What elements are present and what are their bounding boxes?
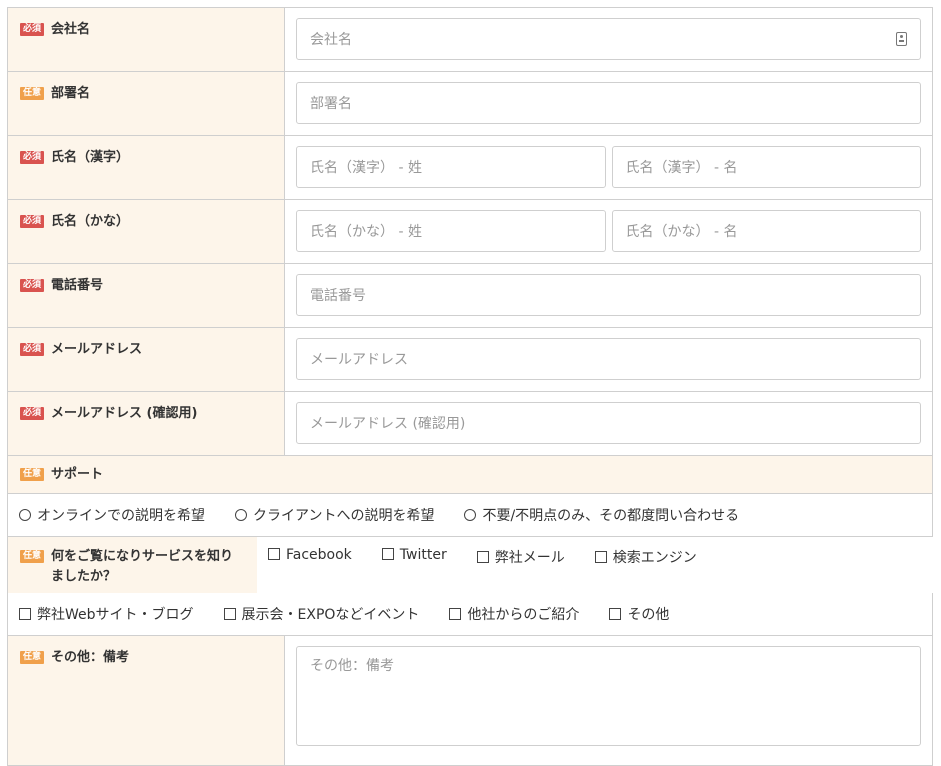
row-name-kana: 必須 氏名（かな） 氏名（かな） - 姓 氏名（かな） - 名 xyxy=(7,200,933,264)
row-email-confirm: 必須 メールアドレス (確認用) メールアドレス (確認用) xyxy=(7,392,933,456)
checkbox-icon[interactable] xyxy=(594,551,607,563)
source-options-row2: 弊社Webサイト・ブログ 展示会・EXPOなどイベント 他社からのご紹介 その他 xyxy=(7,593,933,636)
row-support-header: 任意 サポート xyxy=(7,456,933,494)
row-department: 任意 部署名 部署名 xyxy=(7,72,933,136)
contact-form: 必須 会社名 会社名 任意 部署名 部署名 必須 氏名（漢字） 氏名（漢字） -… xyxy=(7,7,933,766)
checkbox-icon[interactable] xyxy=(19,608,31,620)
checkbox-icon[interactable] xyxy=(476,551,489,563)
checkbox-icon[interactable] xyxy=(609,608,622,620)
placeholder: メールアドレス xyxy=(310,352,408,368)
radio-icon[interactable] xyxy=(464,509,477,521)
notes-textarea[interactable]: その他：備考 xyxy=(296,646,921,746)
placeholder: その他：備考 xyxy=(310,658,394,674)
checkbox-icon[interactable] xyxy=(381,548,394,560)
radio-icon[interactable] xyxy=(235,509,247,521)
phone-input[interactable]: 電話番号 xyxy=(296,274,921,316)
label-support: 任意 サポート xyxy=(8,456,932,493)
label-text: 何をご覧になりサービスを知りましたか？ xyxy=(51,549,234,584)
placeholder: 会社名 xyxy=(310,32,352,48)
label-source: 任意 何をご覧になりサービスを知りましたか？ xyxy=(8,537,257,593)
label-text: その他：備考 xyxy=(51,650,130,665)
row-notes: 任意 その他：備考 その他：備考 xyxy=(7,636,933,766)
department-input[interactable]: 部署名 xyxy=(296,82,921,124)
radio-icon[interactable] xyxy=(19,509,31,521)
label-email: 必須 メールアドレス xyxy=(8,328,285,391)
label-notes: 任意 その他：備考 xyxy=(8,636,285,765)
required-badge: 必須 xyxy=(20,407,45,420)
label-department: 任意 部署名 xyxy=(8,72,285,135)
optional-badge: 任意 xyxy=(20,550,45,563)
option-label: Facebook xyxy=(286,547,352,563)
support-option-online[interactable]: オンラインでの説明を希望 xyxy=(19,505,205,525)
label-name-kanji: 必須 氏名（漢字） xyxy=(8,136,285,199)
label-text: サポート xyxy=(51,467,104,482)
placeholder: 氏名（漢字） - 名 xyxy=(625,160,738,176)
option-label: 弊社メール xyxy=(494,550,565,566)
label-text: 氏名（漢字） xyxy=(51,150,130,165)
source-option-website[interactable]: 弊社Webサイト・ブログ xyxy=(19,604,194,624)
last-name-kanji-input[interactable]: 氏名（漢字） - 姓 xyxy=(296,146,606,188)
email-confirm-input[interactable]: メールアドレス (確認用) xyxy=(296,402,921,444)
checkbox-icon[interactable] xyxy=(449,608,462,620)
option-label: 弊社Webサイト・ブログ xyxy=(37,607,194,623)
checkbox-icon[interactable] xyxy=(223,608,236,620)
option-label: Twitter xyxy=(399,547,447,563)
first-name-kana-input[interactable]: 氏名（かな） - 名 xyxy=(611,210,921,252)
option-label: 他社からのご紹介 xyxy=(467,607,580,623)
required-badge: 必須 xyxy=(20,343,45,356)
option-label: クライアントへの説明を希望 xyxy=(253,508,435,524)
placeholder: 氏名（かな） - 名 xyxy=(625,224,738,240)
label-text: メールアドレス (確認用) xyxy=(51,406,198,421)
checkbox-icon[interactable] xyxy=(268,548,280,560)
required-badge: 必須 xyxy=(20,215,45,228)
optional-badge: 任意 xyxy=(20,468,45,481)
row-email: 必須 メールアドレス メールアドレス xyxy=(7,328,933,392)
email-input[interactable]: メールアドレス xyxy=(296,338,921,380)
label-text: 電話番号 xyxy=(51,278,104,293)
company-input[interactable]: 会社名 xyxy=(296,18,921,60)
placeholder: 部署名 xyxy=(310,96,352,112)
support-option-none[interactable]: 不要/不明点のみ、その都度問い合わせる xyxy=(464,505,739,525)
label-email-confirm: 必須 メールアドレス (確認用) xyxy=(8,392,285,455)
source-options-row1: Facebook Twitter 弊社メール 検索エンジン xyxy=(257,537,727,593)
label-name-kana: 必須 氏名（かな） xyxy=(8,200,285,263)
option-label: 検索エンジン xyxy=(612,550,697,566)
contact-card-icon[interactable] xyxy=(896,32,907,46)
option-label: オンラインでの説明を希望 xyxy=(37,508,205,524)
source-option-other[interactable]: その他 xyxy=(609,604,669,624)
optional-badge: 任意 xyxy=(20,651,45,664)
label-text: 氏名（かな） xyxy=(51,214,130,229)
placeholder: メールアドレス (確認用) xyxy=(310,416,466,432)
placeholder: 氏名（かな） - 姓 xyxy=(310,224,422,240)
placeholder: 氏名（漢字） - 姓 xyxy=(310,160,422,176)
option-label: その他 xyxy=(627,607,670,623)
required-badge: 必須 xyxy=(20,279,45,292)
row-source: 任意 何をご覧になりサービスを知りましたか？ Facebook Twitter … xyxy=(7,537,933,593)
placeholder: 電話番号 xyxy=(310,288,366,304)
label-text: 会社名 xyxy=(51,22,91,37)
label-company: 必須 会社名 xyxy=(8,8,285,71)
required-badge: 必須 xyxy=(20,151,45,164)
required-badge: 必須 xyxy=(20,23,45,36)
source-option-facebook[interactable]: Facebook xyxy=(268,547,352,563)
support-options: オンラインでの説明を希望 クライアントへの説明を希望 不要/不明点のみ、その都度… xyxy=(7,494,933,537)
source-option-email[interactable]: 弊社メール xyxy=(476,547,565,567)
row-name-kanji: 必須 氏名（漢字） 氏名（漢字） - 姓 氏名（漢字） - 名 xyxy=(7,136,933,200)
row-company: 必須 会社名 会社名 xyxy=(7,8,933,72)
first-name-kanji-input[interactable]: 氏名（漢字） - 名 xyxy=(611,146,921,188)
label-phone: 必須 電話番号 xyxy=(8,264,285,327)
source-option-search[interactable]: 検索エンジン xyxy=(594,547,697,567)
source-option-referral[interactable]: 他社からのご紹介 xyxy=(449,604,579,624)
source-option-expo[interactable]: 展示会・EXPOなどイベント xyxy=(223,604,420,624)
support-option-client[interactable]: クライアントへの説明を希望 xyxy=(235,505,434,525)
label-text: 部署名 xyxy=(51,86,91,101)
last-name-kana-input[interactable]: 氏名（かな） - 姓 xyxy=(296,210,606,252)
label-text: メールアドレス xyxy=(51,342,143,357)
option-label: 不要/不明点のみ、その都度問い合わせる xyxy=(482,508,740,524)
optional-badge: 任意 xyxy=(20,87,45,100)
row-phone: 必須 電話番号 電話番号 xyxy=(7,264,933,328)
source-option-twitter[interactable]: Twitter xyxy=(381,547,447,563)
option-label: 展示会・EXPOなどイベント xyxy=(241,607,420,623)
